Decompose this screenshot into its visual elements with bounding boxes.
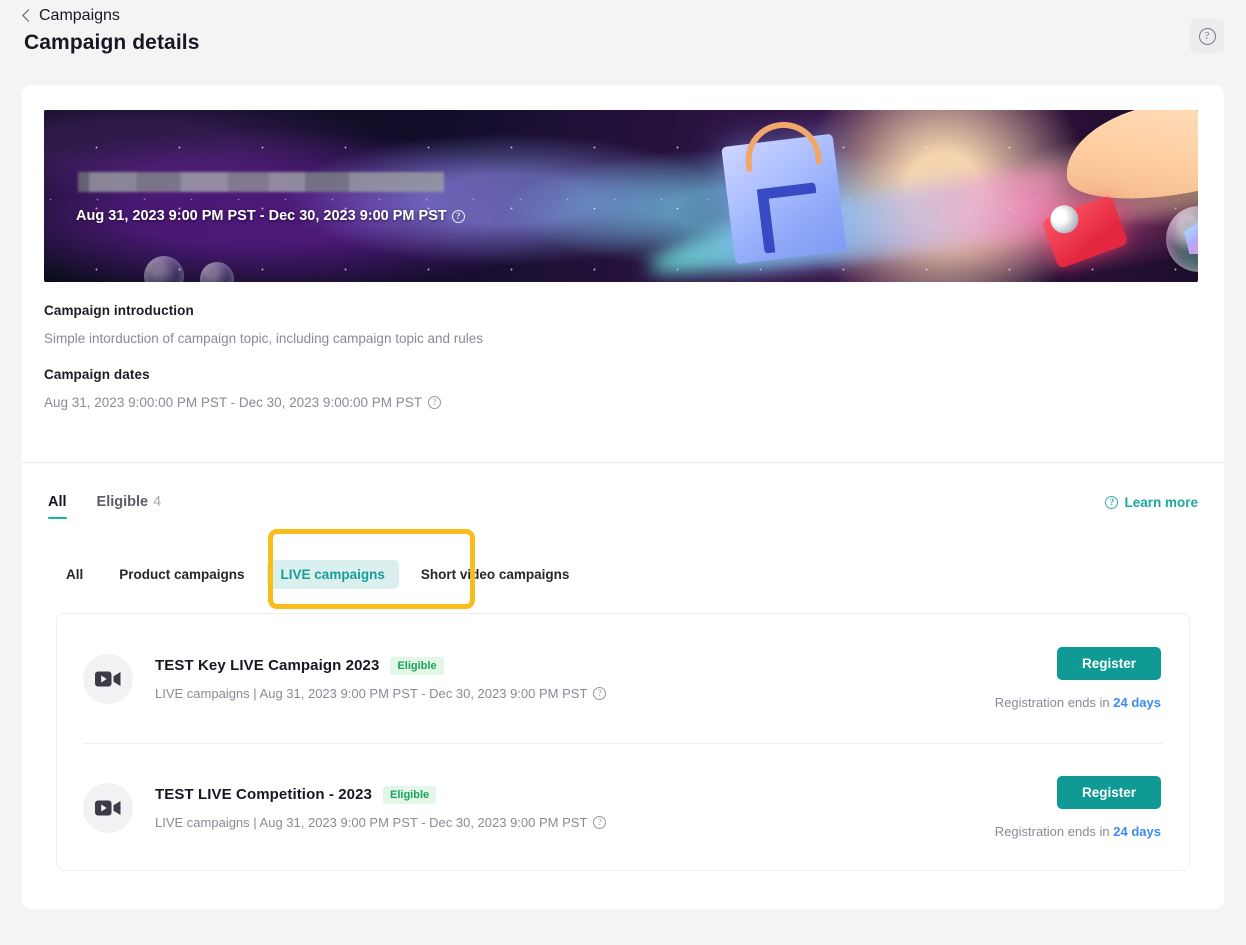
breadcrumb-label: Campaigns	[39, 7, 120, 24]
learn-more-link[interactable]: ? Learn more	[1105, 495, 1198, 510]
campaign-banner: Aug 31, 2023 9:00 PM PST - Dec 30, 2023 …	[44, 110, 1198, 282]
avatar	[83, 653, 133, 704]
status-badge: Eligible	[383, 785, 437, 804]
campaign-info: TEST Key LIVE Campaign 2023 Eligible LIV…	[155, 656, 995, 701]
subtab-short-video-campaigns[interactable]: Short video campaigns	[407, 560, 584, 589]
question-circle-icon[interactable]: ?	[593, 815, 607, 829]
question-circle-icon[interactable]: ?	[427, 396, 441, 409]
question-circle-icon[interactable]: ?	[593, 686, 607, 700]
campaign-details-page: Campaigns Campaign details ? Aug 31, 202…	[0, 0, 1246, 945]
breadcrumb-back-campaigns[interactable]: Campaigns	[22, 7, 120, 25]
section-divider	[22, 462, 1224, 463]
campaign-introduction-value: Simple intorduction of campaign topic, i…	[44, 331, 484, 346]
tab-eligible-count: 4	[153, 494, 162, 510]
campaign-dates-label: Campaign dates	[44, 367, 150, 382]
video-camera-icon	[95, 800, 121, 815]
registration-deadline-prefix: Registration ends in	[994, 695, 1110, 710]
subtab-live-campaigns[interactable]: LIVE campaigns	[266, 560, 399, 589]
banner-title-redacted	[78, 172, 444, 192]
campaign-dates-value: Aug 31, 2023 9:00:00 PM PST - Dec 30, 20…	[44, 395, 422, 410]
register-button[interactable]: Register	[1056, 776, 1161, 809]
campaign-introduction-label: Campaign introduction	[44, 303, 194, 318]
campaign-title: TEST LIVE Competition - 2023	[155, 786, 372, 803]
banner-date-range-text: Aug 31, 2023 9:00 PM PST - Dec 30, 2023 …	[76, 208, 447, 224]
campaign-info: TEST LIVE Competition - 2023 Eligible LI…	[155, 785, 995, 830]
tab-all[interactable]: All	[48, 494, 67, 520]
registration-deadline-days[interactable]: 24 days	[1113, 824, 1161, 839]
registration-deadline: Registration ends in 24 days	[995, 824, 1161, 839]
eligibility-tabs: All Eligible 4	[48, 494, 162, 520]
avatar	[83, 782, 133, 833]
help-button[interactable]: ?	[1190, 19, 1224, 53]
register-button[interactable]: Register	[1056, 647, 1161, 680]
table-row[interactable]: TEST Key LIVE Campaign 2023 Eligible LIV…	[57, 614, 1189, 743]
campaign-list: TEST Key LIVE Campaign 2023 Eligible LIV…	[56, 613, 1190, 871]
chevron-left-icon	[22, 9, 35, 22]
details-card: Aug 31, 2023 9:00 PM PST - Dec 30, 2023 …	[22, 85, 1224, 909]
campaign-subtitle-row: LIVE campaigns | Aug 31, 2023 9:00 PM PS…	[155, 815, 995, 830]
campaign-title-line: TEST LIVE Competition - 2023 Eligible	[155, 785, 995, 804]
campaign-title: TEST Key LIVE Campaign 2023	[155, 657, 380, 674]
registration-deadline: Registration ends in 24 days	[995, 695, 1161, 710]
table-row[interactable]: TEST LIVE Competition - 2023 Eligible LI…	[57, 743, 1189, 872]
question-circle-icon[interactable]: ?	[451, 209, 465, 223]
status-badge: Eligible	[390, 656, 444, 675]
campaign-dates-value-row: Aug 31, 2023 9:00:00 PM PST - Dec 30, 20…	[44, 395, 1198, 410]
video-camera-icon	[95, 671, 121, 686]
campaign-actions: Register Registration ends in 24 days	[995, 776, 1161, 839]
tab-eligible[interactable]: Eligible 4	[97, 494, 162, 519]
campaign-info-section: Campaign introduction Simple intorductio…	[44, 303, 1198, 410]
campaign-subtitle-row: LIVE campaigns | Aug 31, 2023 9:00 PM PS…	[155, 686, 995, 701]
question-circle-icon: ?	[1105, 496, 1119, 509]
page-header: Campaigns Campaign details ?	[0, 0, 1246, 74]
subtab-all[interactable]: All	[52, 560, 97, 589]
campaign-title-line: TEST Key LIVE Campaign 2023 Eligible	[155, 656, 995, 675]
campaign-subtitle: LIVE campaigns | Aug 31, 2023 9:00 PM PS…	[155, 685, 588, 701]
campaign-actions: Register Registration ends in 24 days	[995, 647, 1161, 710]
question-circle-icon: ?	[1198, 27, 1216, 45]
learn-more-label: Learn more	[1124, 495, 1198, 510]
registration-deadline-prefix: Registration ends in	[994, 824, 1110, 839]
tab-eligible-label: Eligible	[96, 494, 149, 510]
subtab-product-campaigns[interactable]: Product campaigns	[105, 560, 258, 589]
campaign-type-tabs: All Product campaigns LIVE campaigns Sho…	[52, 560, 583, 589]
registration-deadline-days[interactable]: 24 days	[1113, 695, 1161, 710]
page-title: Campaign details	[24, 31, 200, 54]
campaign-subtitle: LIVE campaigns | Aug 31, 2023 9:00 PM PS…	[155, 814, 588, 830]
banner-date-range: Aug 31, 2023 9:00 PM PST - Dec 30, 2023 …	[76, 208, 465, 224]
tab-all-label: All	[48, 494, 67, 510]
